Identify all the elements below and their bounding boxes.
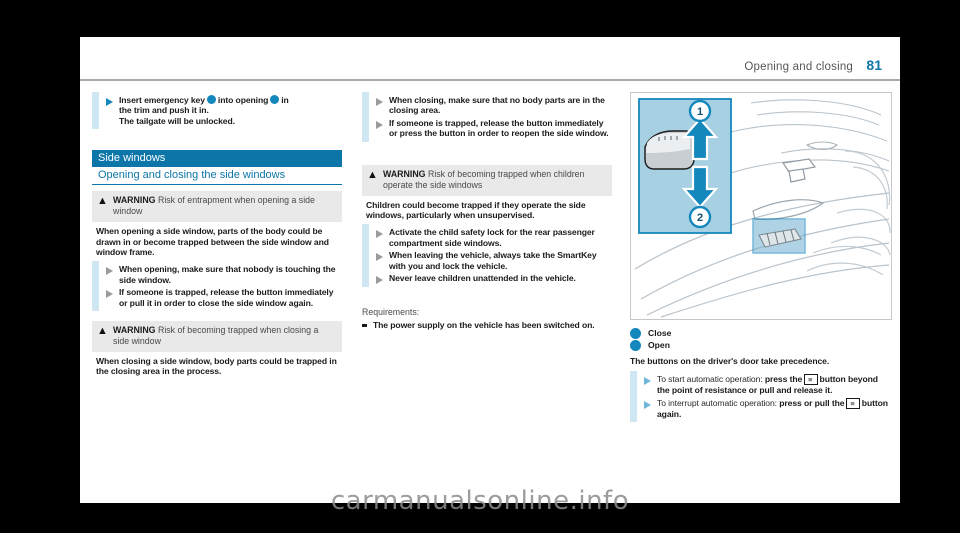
warning-body: When opening a side window, parts of the… bbox=[92, 222, 342, 315]
warning-triangle-icon: ▲ bbox=[97, 195, 108, 208]
figure-legend: Close Open bbox=[630, 328, 892, 351]
triangle-bullet-icon bbox=[376, 230, 383, 239]
warning-lead: When opening a side window, parts of the… bbox=[96, 226, 329, 258]
legend-dot-2-icon bbox=[630, 340, 641, 351]
list-item: If someone is trapped, release the butto… bbox=[92, 287, 342, 308]
window-button-glyph-icon: ≡ bbox=[846, 397, 860, 409]
warning-body: When closing a side window, body parts c… bbox=[92, 352, 342, 384]
section-sub-heading: Opening and closing the side windows bbox=[92, 167, 342, 186]
window-button-glyph-icon: ≡ bbox=[804, 374, 818, 386]
list-item: The power supply on the vehicle has been… bbox=[362, 320, 612, 330]
triangle-bullet-icon bbox=[376, 98, 383, 106]
list-item: To start automatic operation: press the ≡… bbox=[630, 374, 892, 395]
requirements-block: Requirements: The power supply on the ve… bbox=[362, 307, 612, 330]
list-item: Insert emergency key into opening in the t… bbox=[92, 95, 342, 126]
bullet-interrupt-auto: To interrupt automatic operation: press … bbox=[657, 397, 888, 419]
door-switch-illustration: 1 2 bbox=[630, 92, 892, 320]
section-bar-side-windows: Side windows bbox=[92, 150, 342, 168]
triangle-bullet-icon bbox=[106, 290, 113, 299]
callout-dot-1-icon bbox=[206, 95, 216, 104]
precedence-note: The buttons on the driver's door take pr… bbox=[630, 356, 830, 366]
column-1: Insert emergency key into opening in the t… bbox=[92, 92, 342, 391]
triangle-bullet-icon bbox=[376, 276, 383, 285]
list-item: When closing, make sure that no body par… bbox=[362, 95, 612, 116]
intro-text: Insert emergency key into opening in the t… bbox=[119, 95, 289, 126]
legend-item-close: Close bbox=[630, 328, 892, 339]
requirements-title: Requirements: bbox=[362, 307, 420, 318]
warning-head: ▲ WARNING Risk of entrapment when openin… bbox=[92, 191, 342, 223]
warning-bullets: Activate the child safety lock for the r… bbox=[362, 224, 612, 287]
warning-head: ▲ WARNING Risk of becoming trapped when … bbox=[92, 321, 342, 353]
closing-bullets: When closing, make sure that no body par… bbox=[362, 92, 612, 142]
legend-dot-1-icon bbox=[630, 328, 641, 339]
list-item: When leaving the vehicle, always take th… bbox=[362, 250, 612, 271]
warning-heading-text: WARNING Risk of becoming trapped when ch… bbox=[383, 168, 585, 190]
list-item: If someone is trapped, release the butto… bbox=[362, 118, 612, 139]
warning-head: ▲ WARNING Risk of becoming trapped when … bbox=[362, 164, 612, 196]
square-bullet-icon bbox=[362, 324, 367, 327]
list-item: To interrupt automatic operation: press … bbox=[630, 397, 892, 419]
content-columns: Insert emergency key into opening in the t… bbox=[92, 92, 892, 492]
triangle-bullet-icon bbox=[376, 120, 383, 129]
watermark: carmanualsonline.info bbox=[330, 486, 630, 516]
warning-box-trapped-closing: ▲ WARNING Risk of becoming trapped when … bbox=[92, 321, 342, 384]
intro-instruction: Insert emergency key into opening in the t… bbox=[92, 92, 342, 130]
warning-box-entrapment-opening: ▲ WARNING Risk of entrapment when openin… bbox=[92, 191, 342, 315]
list-item: When opening, make sure that nobody is t… bbox=[92, 264, 342, 285]
list-item: Activate the child safety lock for the r… bbox=[362, 227, 612, 248]
callout-dot-2-icon bbox=[270, 95, 280, 104]
warning-lead: When closing a side window, body parts c… bbox=[96, 356, 337, 377]
warning-heading-text: WARNING Risk of becoming trapped when cl… bbox=[113, 325, 319, 347]
triangle-bullet-icon bbox=[644, 377, 651, 386]
warning-triangle-icon: ▲ bbox=[97, 325, 108, 338]
triangle-bullet-icon bbox=[106, 267, 113, 276]
header-rule bbox=[80, 79, 900, 81]
page-number: 81 bbox=[866, 57, 882, 73]
triangle-bullet-icon bbox=[106, 98, 113, 106]
callout-label-2: 2 bbox=[697, 212, 703, 224]
warning-box-children-operate: ▲ WARNING Risk of becoming trapped when … bbox=[362, 164, 612, 291]
legend-item-open: Open bbox=[630, 340, 892, 351]
callout-label-1: 1 bbox=[697, 106, 703, 118]
triangle-bullet-icon bbox=[644, 400, 651, 409]
page-header: Opening and closing 81 bbox=[744, 57, 882, 73]
warning-bullets: When opening, make sure that nobody is t… bbox=[92, 261, 342, 311]
automatic-operation-bullets: To start automatic operation: press the ≡… bbox=[630, 371, 892, 423]
manual-page: Opening and closing 81 Insert emergency … bbox=[80, 37, 900, 503]
illustration-svg: 1 2 bbox=[631, 93, 891, 319]
bullet-start-auto: To start automatic operation: press the ≡… bbox=[657, 374, 878, 396]
warning-triangle-icon: ▲ bbox=[367, 168, 378, 181]
warning-heading-text: WARNING Risk of entrapment when opening … bbox=[113, 195, 315, 217]
list-item: Never leave children unattended in the v… bbox=[362, 273, 612, 285]
column-3: 1 2 Close Open The buttons on the driver… bbox=[630, 92, 892, 423]
column-2: When closing, make sure that no body par… bbox=[362, 92, 612, 330]
header-title: Opening and closing bbox=[744, 61, 854, 73]
warning-body: Children could become trapped if they op… bbox=[362, 195, 612, 291]
warning-lead: Children could become trapped if they op… bbox=[366, 199, 586, 221]
triangle-bullet-icon bbox=[376, 253, 383, 262]
